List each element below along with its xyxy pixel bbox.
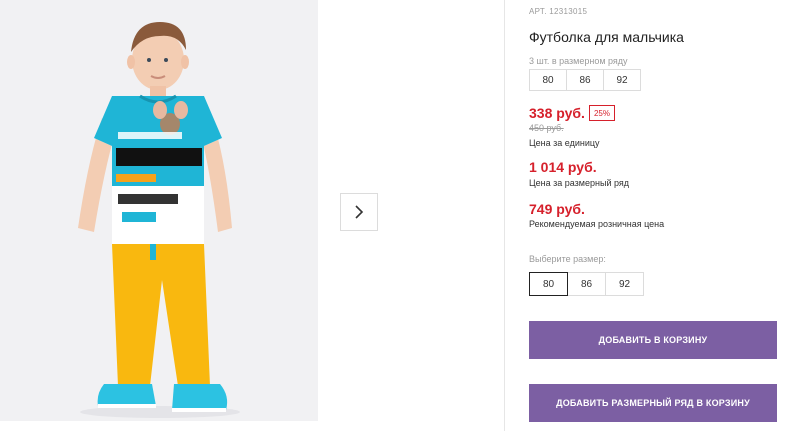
pack-size-cell: 80 <box>529 69 567 91</box>
old-price: 450 руб. <box>529 123 564 133</box>
retail-price-caption: Рекомендуемая розничная цена <box>529 219 665 229</box>
product-photo[interactable] <box>0 0 318 421</box>
unit-price: 338 руб. <box>529 105 585 121</box>
size-select-label: Выберите размер: <box>529 254 606 264</box>
pack-size-label: 3 шт. в размерном ряду <box>529 56 628 66</box>
product-sku: АРТ. 12313015 <box>529 7 588 16</box>
pack-price: 1 014 руб. <box>529 159 597 175</box>
product-photo-illustration <box>78 22 240 418</box>
pack-price-caption: Цена за размерный ряд <box>529 178 630 188</box>
gallery-next-button[interactable] <box>340 193 378 231</box>
chevron-right-icon <box>355 205 364 219</box>
pack-sizes: 80 86 92 <box>529 69 641 91</box>
size-option-80[interactable]: 80 <box>529 272 568 296</box>
add-pack-to-cart-button[interactable]: ДОБАВИТЬ РАЗМЕРНЫЙ РЯД В КОРЗИНУ <box>529 384 777 422</box>
pack-size-cell: 92 <box>603 69 641 91</box>
unit-price-caption: Цена за единицу <box>529 138 600 148</box>
size-option-86[interactable]: 86 <box>567 272 606 296</box>
discount-badge: 25% <box>589 105 615 121</box>
retail-price: 749 руб. <box>529 201 585 217</box>
add-to-cart-button[interactable]: ДОБАВИТЬ В КОРЗИНУ <box>529 321 777 359</box>
product-title: Футболка для мальчика <box>529 29 684 45</box>
pack-size-cell: 86 <box>566 69 604 91</box>
product-gallery <box>0 0 505 431</box>
size-option-92[interactable]: 92 <box>605 272 644 296</box>
size-selector: 80 86 92 <box>529 272 644 296</box>
